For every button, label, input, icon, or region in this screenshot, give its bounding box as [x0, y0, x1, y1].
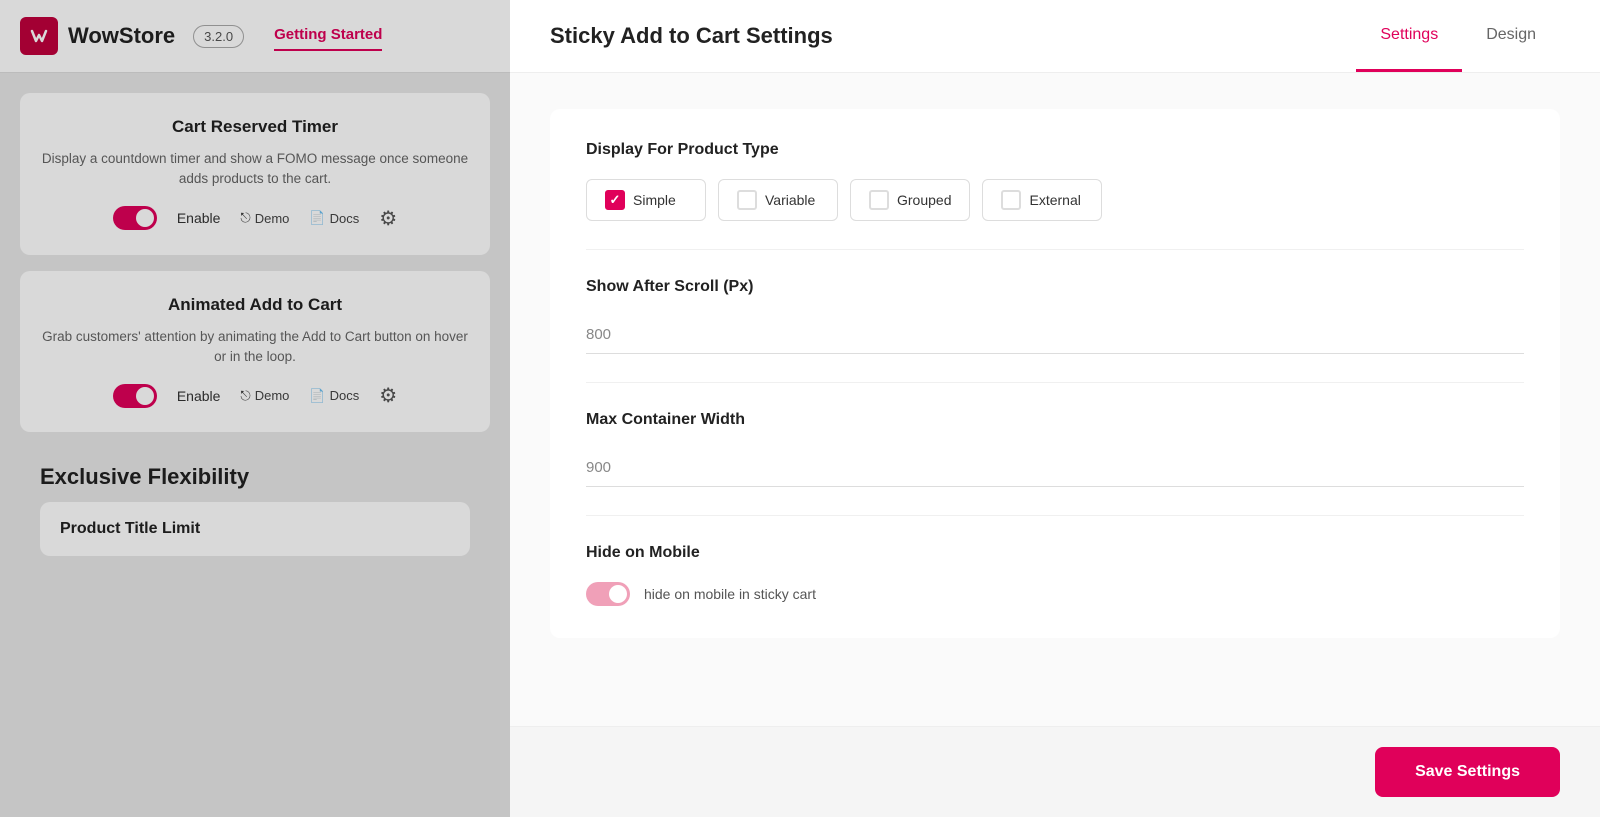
hide-mobile-toggle[interactable]	[586, 582, 630, 606]
checkbox-grouped-box[interactable]	[869, 190, 889, 210]
save-settings-button[interactable]: Save Settings	[1375, 747, 1560, 797]
hide-mobile-label: Hide on Mobile	[586, 544, 1524, 562]
scroll-label: Show After Scroll (Px)	[586, 278, 1524, 296]
checkbox-simple-box[interactable]	[605, 190, 625, 210]
checkbox-external[interactable]: External	[982, 179, 1102, 221]
modal-panel: Sticky Add to Cart Settings Settings Des…	[510, 0, 1600, 817]
modal-footer: Save Settings	[510, 726, 1600, 817]
checkbox-variable[interactable]: Variable	[718, 179, 838, 221]
modal-body: Display For Product Type Simple Variable…	[510, 73, 1600, 726]
checkbox-external-label: External	[1029, 192, 1080, 208]
checkbox-external-box[interactable]	[1001, 190, 1021, 210]
checkbox-simple-label: Simple	[633, 192, 676, 208]
modal-title: Sticky Add to Cart Settings	[550, 23, 833, 49]
tab-settings[interactable]: Settings	[1356, 0, 1462, 72]
checkbox-simple[interactable]: Simple	[586, 179, 706, 221]
hide-mobile-toggle-label: hide on mobile in sticky cart	[644, 586, 816, 602]
checkbox-variable-label: Variable	[765, 192, 815, 208]
divider-1	[586, 249, 1524, 250]
divider-2	[586, 382, 1524, 383]
checkbox-variable-box[interactable]	[737, 190, 757, 210]
product-type-checkboxes: Simple Variable Grouped External	[586, 179, 1524, 221]
modal-tabs: Settings Design	[1356, 0, 1560, 72]
max-width-input[interactable]	[586, 449, 1524, 487]
modal-header: Sticky Add to Cart Settings Settings Des…	[510, 0, 1600, 73]
checkbox-grouped-label: Grouped	[897, 192, 951, 208]
max-width-label: Max Container Width	[586, 411, 1524, 429]
checkbox-grouped[interactable]: Grouped	[850, 179, 970, 221]
product-type-label: Display For Product Type	[586, 141, 1524, 159]
tab-design[interactable]: Design	[1462, 0, 1560, 72]
hide-mobile-toggle-row: hide on mobile in sticky cart	[586, 582, 1524, 606]
scroll-input[interactable]	[586, 316, 1524, 354]
divider-3	[586, 515, 1524, 516]
settings-card: Display For Product Type Simple Variable…	[550, 109, 1560, 638]
